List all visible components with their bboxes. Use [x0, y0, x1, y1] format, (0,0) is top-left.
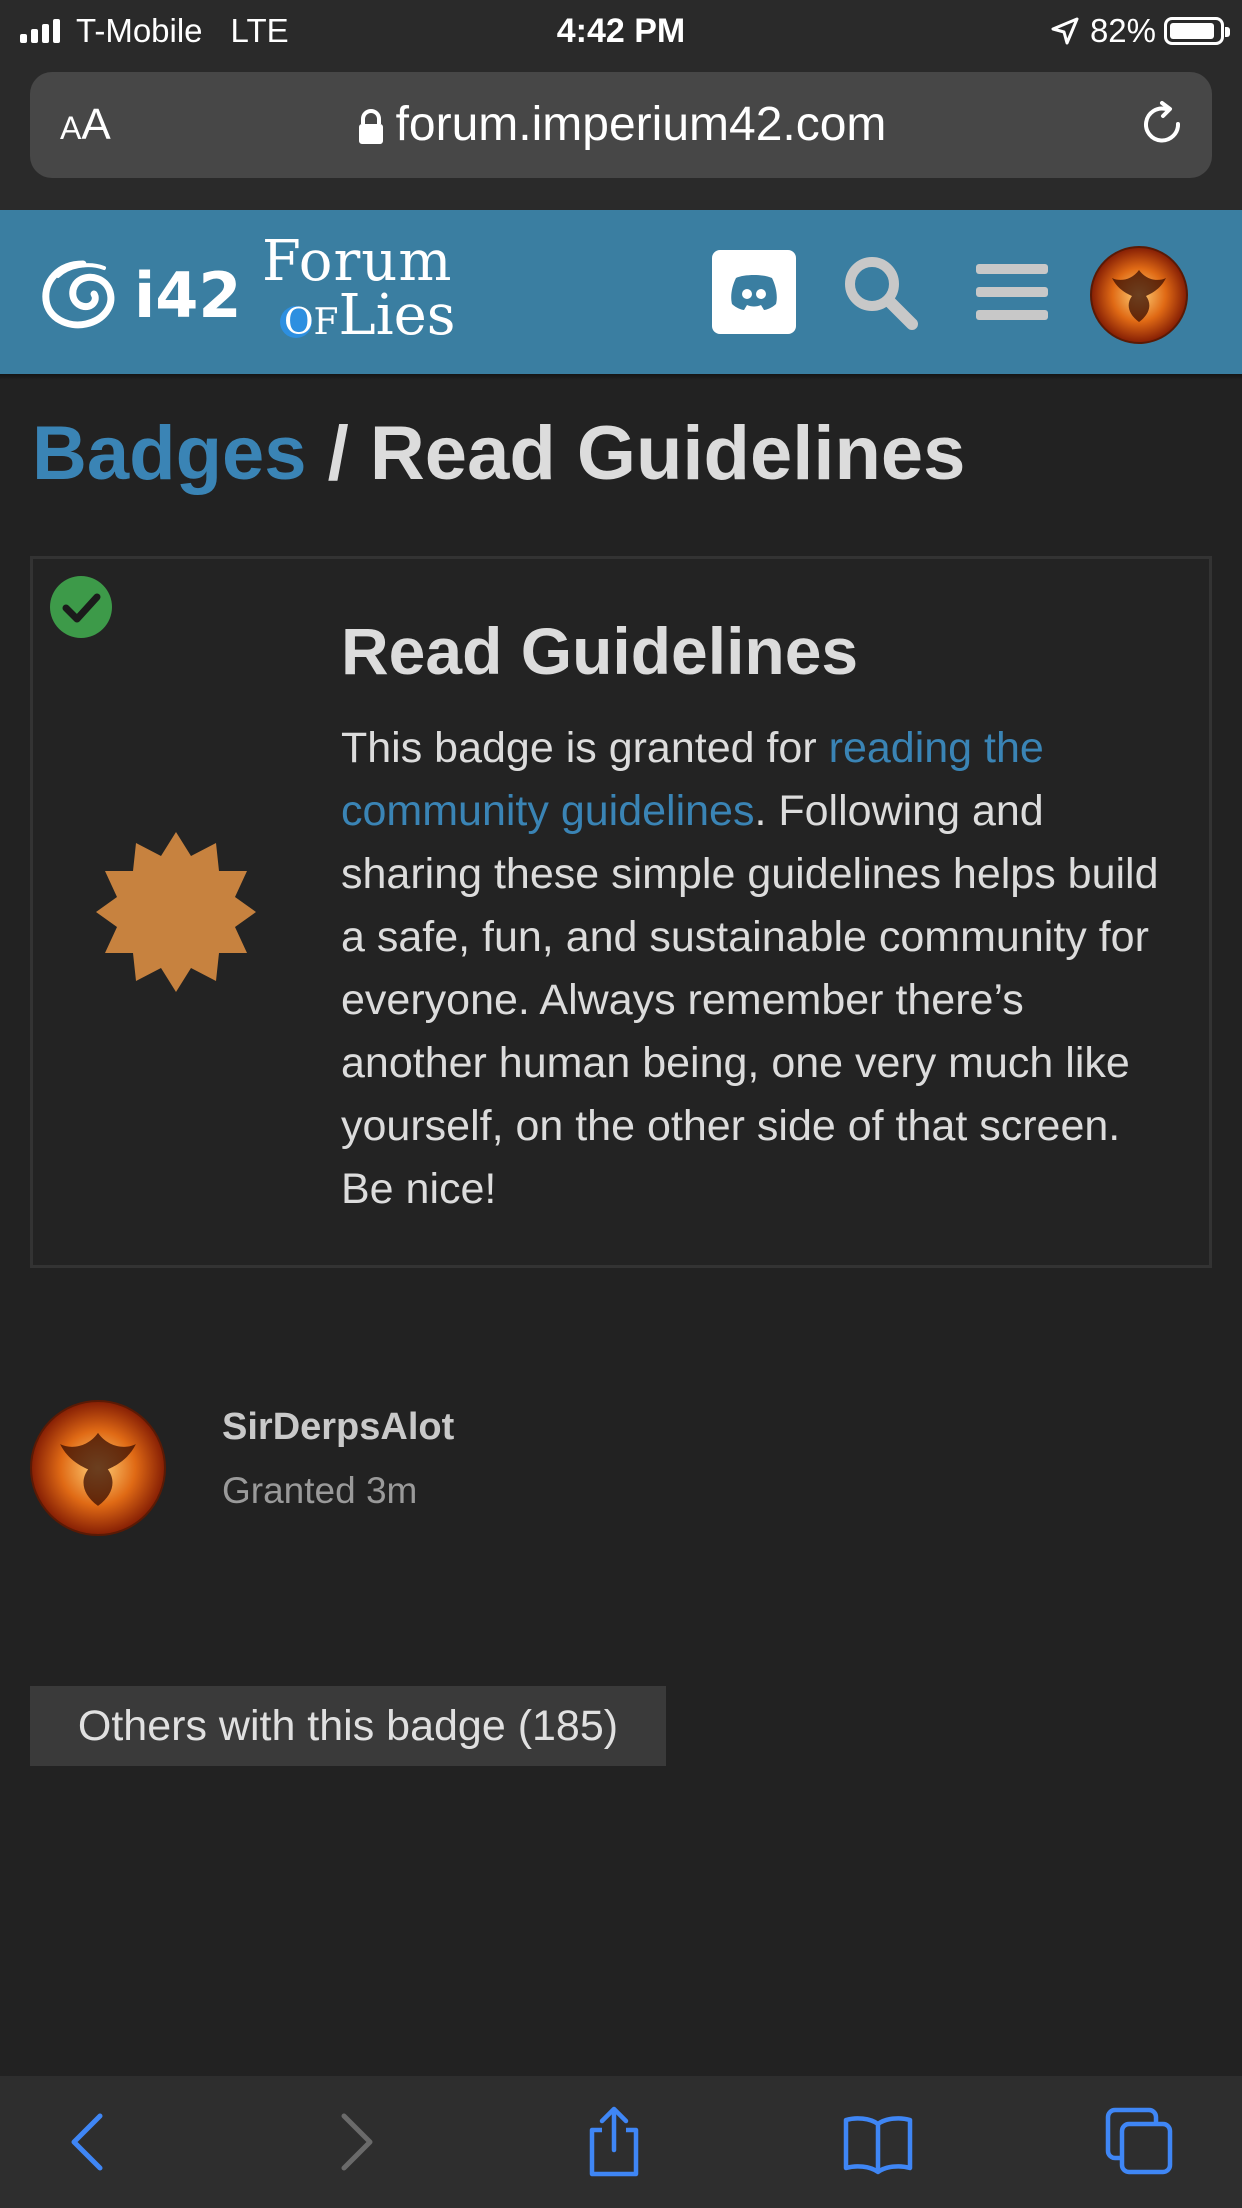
battery-percent: 82%	[1089, 12, 1156, 49]
swirl-logo-icon	[42, 260, 115, 329]
badge-description-start: This badge is granted for	[341, 724, 829, 772]
phoenix-avatar-icon	[60, 1432, 136, 1506]
badge-description-end: . Following and sharing these simple gui…	[341, 787, 1159, 1213]
breadcrumb: Badges / Read Guidelines	[32, 410, 965, 497]
browser-toolbar	[0, 2076, 1242, 2208]
others-with-badge-button[interactable]: Others with this badge (185)	[30, 1686, 666, 1766]
back-arrow-icon[interactable]	[54, 2106, 126, 2178]
forward-arrow-icon[interactable]	[318, 2106, 390, 2178]
logo-lies-word: Lies	[338, 283, 456, 348]
granted-check-icon	[50, 576, 112, 638]
forum-of-lies-logo[interactable]: Forum OFLies	[262, 234, 455, 344]
i42-logo-text: i42	[134, 258, 242, 332]
search-icon[interactable]	[838, 250, 922, 334]
site-header: i42 Forum OFLies	[0, 210, 1242, 374]
reload-icon[interactable]	[1138, 100, 1188, 150]
status-bar: T-Mobile LTE 4:42 PM 82%	[0, 0, 1242, 62]
hamburger-menu-icon[interactable]	[972, 250, 1056, 334]
i42-logo[interactable]: i42	[38, 250, 242, 340]
logo-of-word: OF	[284, 302, 339, 343]
browser-address-area: AA forum.imperium42.com	[0, 62, 1242, 210]
page-title: Read Guidelines	[369, 411, 966, 496]
badge-star-icon	[96, 832, 256, 992]
battery-icon	[1164, 17, 1230, 45]
address-bar[interactable]: AA forum.imperium42.com	[30, 72, 1212, 178]
breadcrumb-badges-link[interactable]: Badges	[32, 411, 307, 496]
logo-forum-word: Forum	[262, 229, 453, 294]
badge-card: Read Guidelines This badge is granted fo…	[30, 556, 1212, 1268]
discord-icon[interactable]	[712, 250, 796, 334]
lock-icon	[358, 109, 383, 145]
header-shadow	[0, 374, 1242, 380]
url-text: forum.imperium42.com	[395, 98, 887, 151]
bookmarks-icon[interactable]	[842, 2106, 914, 2178]
badge-description: This badge is granted for reading the co…	[341, 717, 1171, 1221]
tabs-icon[interactable]	[1104, 2106, 1176, 2178]
granted-time: Granted 3m	[222, 1470, 418, 1511]
granted-user-avatar[interactable]	[30, 1400, 166, 1536]
user-avatar[interactable]	[1090, 246, 1188, 344]
granted-user-row: SirDerpsAlot Granted 3m	[30, 1400, 1212, 1540]
share-icon[interactable]	[578, 2106, 650, 2178]
granted-username[interactable]: SirDerpsAlot	[222, 1406, 454, 1449]
badge-title: Read Guidelines	[341, 614, 859, 688]
location-arrow-icon	[1051, 17, 1079, 45]
breadcrumb-separator: /	[327, 411, 349, 496]
logo-lies-line: OFLies	[262, 288, 455, 344]
phoenix-avatar-icon	[1112, 270, 1166, 322]
url-field[interactable]: forum.imperium42.com	[30, 72, 1212, 178]
